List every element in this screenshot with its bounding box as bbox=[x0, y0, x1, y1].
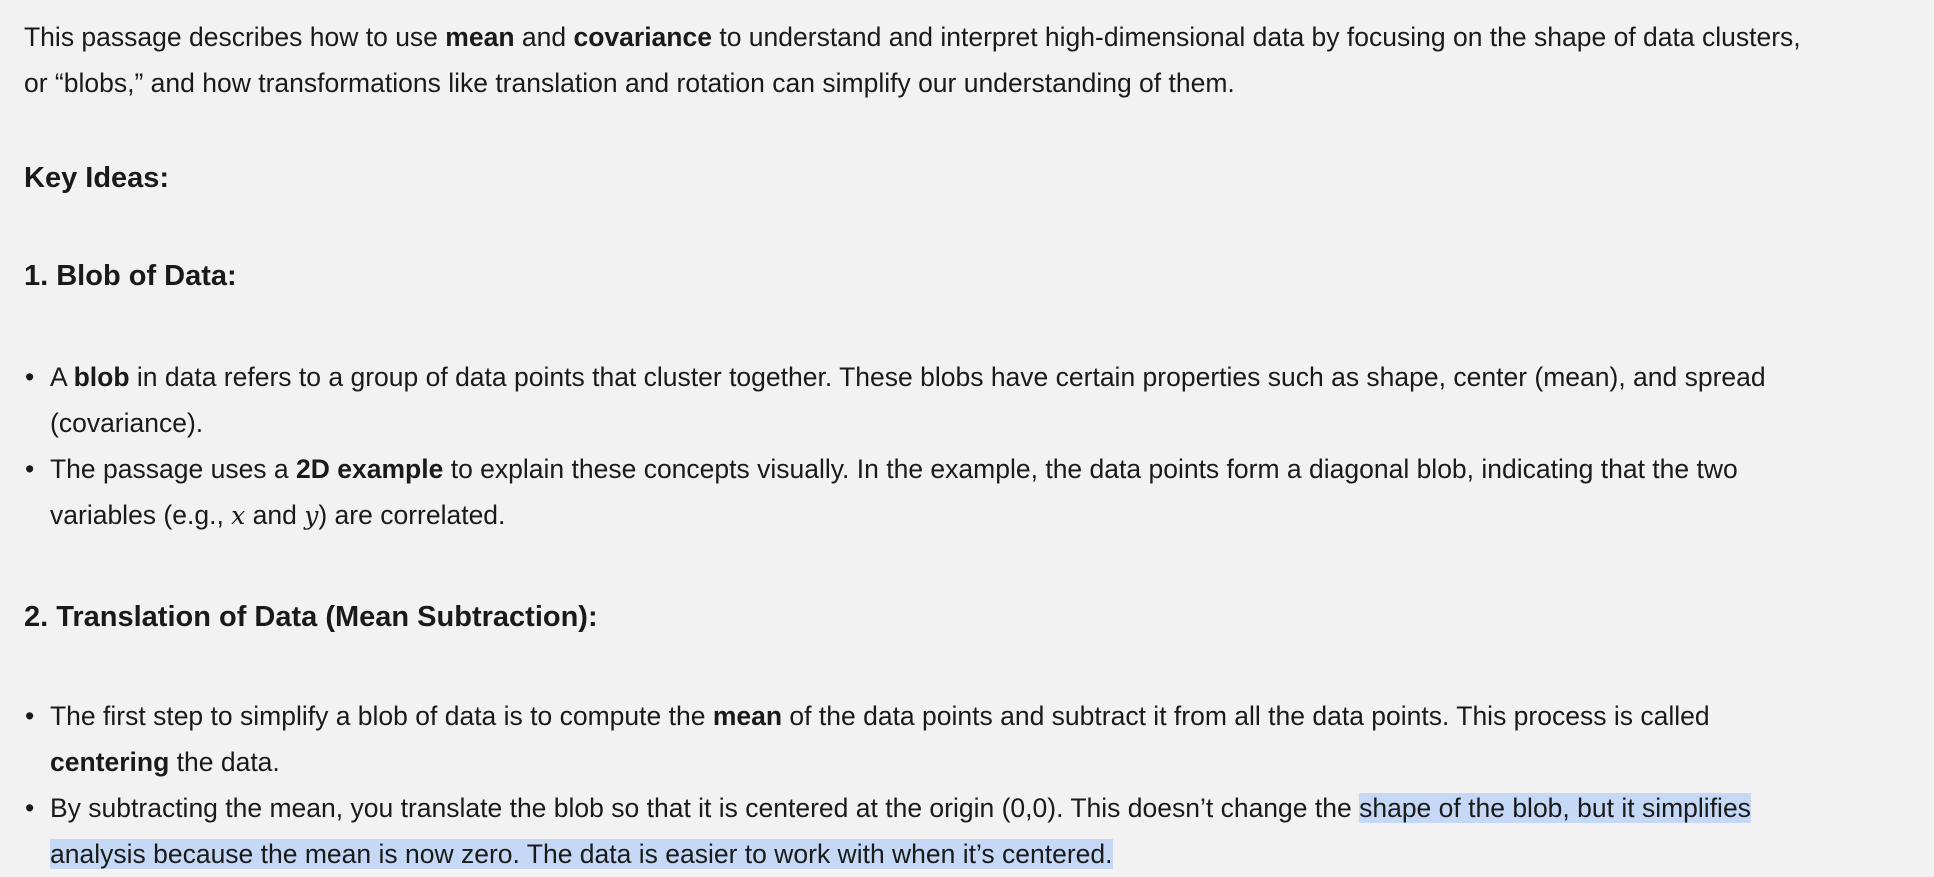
item-text: and bbox=[245, 500, 305, 530]
item-text: in data refers to a group of data points… bbox=[50, 362, 1766, 438]
list-item: • The first step to simplify a blob of da… bbox=[24, 693, 1825, 785]
list-item: • The passage uses a 2D example to explai… bbox=[24, 446, 1825, 539]
bullet-icon: • bbox=[25, 701, 35, 731]
intro-bold-covariance: covariance bbox=[573, 22, 712, 52]
bullet-icon: • bbox=[25, 793, 35, 823]
item-text: The passage uses a bbox=[50, 454, 297, 484]
item-bold-text: blob bbox=[73, 362, 130, 392]
section-2-list: • The first step to simplify a blob of da… bbox=[24, 693, 1910, 877]
bullet-icon: • bbox=[25, 362, 35, 392]
intro-bold-mean: mean bbox=[445, 22, 515, 52]
list-item: • A blob in data refers to a group of dat… bbox=[24, 354, 1825, 446]
intro-text: This passage describes how to use bbox=[24, 22, 446, 52]
item-text: By subtracting the mean, you translate t… bbox=[50, 793, 1360, 823]
list-item: • By subtracting the mean, you translate … bbox=[24, 785, 1825, 877]
item-bold-text: mean bbox=[712, 701, 783, 731]
item-bold-text: centering bbox=[50, 747, 170, 777]
intro-paragraph: This passage describes how to use mean a… bbox=[24, 14, 1814, 106]
item-text: The first step to simplify a blob of dat… bbox=[50, 701, 713, 731]
bullet-icon: • bbox=[25, 454, 35, 484]
section-1-heading: 1. Blob of Data: bbox=[24, 260, 237, 292]
item-bold-text: 2D example bbox=[296, 454, 444, 484]
item-text: ) are correlated. bbox=[318, 500, 506, 530]
item-text: A bbox=[50, 362, 74, 392]
article-content: This passage describes how to use mean a… bbox=[0, 0, 1934, 874]
key-ideas-heading: Key Ideas: bbox=[24, 162, 170, 194]
math-variable-x: x bbox=[231, 501, 246, 530]
intro-text: and bbox=[514, 22, 574, 52]
item-text: the data. bbox=[169, 747, 280, 777]
math-variable-y: y bbox=[304, 501, 319, 530]
section-2-heading: 2. Translation of Data (Mean Subtraction… bbox=[24, 601, 598, 633]
item-text: of the data points and subtract it from … bbox=[782, 701, 1710, 731]
section-1-list: • A blob in data refers to a group of dat… bbox=[24, 354, 1910, 539]
